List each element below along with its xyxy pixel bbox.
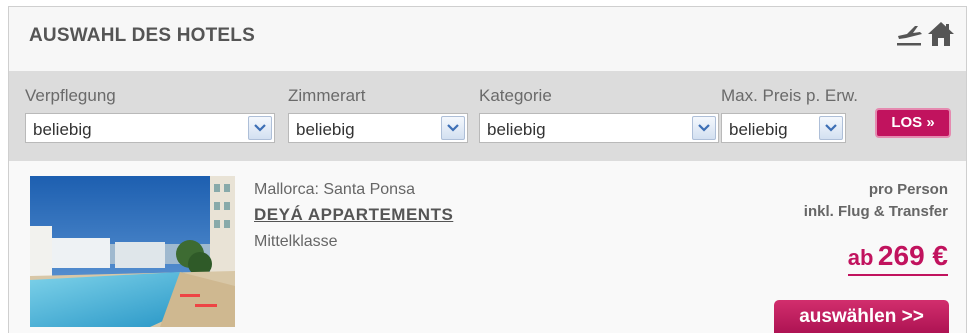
chevron-down-icon[interactable] bbox=[819, 116, 843, 140]
max-preis-value: beliebig bbox=[729, 120, 788, 139]
hotel-location: Mallorca: Santa Ponsa bbox=[254, 181, 415, 198]
price-note-per-person: pro Person bbox=[868, 181, 948, 198]
verpflegung-label: Verpflegung bbox=[25, 86, 116, 105]
zimmerart-label: Zimmerart bbox=[288, 86, 366, 105]
hotel-photo[interactable] bbox=[30, 176, 235, 327]
kategorie-label: Kategorie bbox=[479, 86, 552, 105]
los-button[interactable]: LOS » bbox=[875, 108, 951, 138]
price-note-included: inkl. Flug & Transfer bbox=[803, 203, 948, 220]
verpflegung-value: beliebig bbox=[33, 120, 92, 139]
zimmerart-value: beliebig bbox=[296, 120, 355, 139]
chevron-down-icon[interactable] bbox=[441, 116, 465, 140]
max-preis-select[interactable]: beliebig bbox=[721, 113, 846, 143]
verpflegung-select[interactable]: beliebig bbox=[25, 113, 275, 143]
price-amount: 269 € bbox=[877, 240, 948, 271]
max-preis-label: Max. Preis p. Erw. bbox=[721, 86, 858, 105]
home-icon[interactable] bbox=[927, 20, 955, 48]
filter-bar: Verpflegung beliebig Zimmerart beliebig … bbox=[9, 71, 966, 161]
hotel-selection-panel: AUSWAHL DES HOTELS Verpflegung beliebig … bbox=[8, 6, 967, 333]
hotel-name-link[interactable]: DEYÁ APPARTEMENTS bbox=[254, 205, 453, 225]
chevron-down-icon[interactable] bbox=[692, 116, 716, 140]
hotel-result: Mallorca: Santa Ponsa DEYÁ APPARTEMENTS … bbox=[9, 161, 966, 333]
kategorie-select[interactable]: beliebig bbox=[479, 113, 719, 143]
hotel-category: Mittelklasse bbox=[254, 233, 338, 250]
price-prefix: ab bbox=[847, 245, 874, 270]
kategorie-value: beliebig bbox=[487, 120, 546, 139]
page-title: AUSWAHL DES HOTELS bbox=[29, 25, 255, 46]
panel-header: AUSWAHL DES HOTELS bbox=[9, 7, 966, 71]
hotel-price: ab 269 € bbox=[847, 240, 948, 276]
chevron-down-icon[interactable] bbox=[248, 116, 272, 140]
select-hotel-button[interactable]: auswählen >> bbox=[774, 300, 949, 333]
airplane-icon[interactable] bbox=[895, 22, 923, 48]
zimmerart-select[interactable]: beliebig bbox=[288, 113, 468, 143]
